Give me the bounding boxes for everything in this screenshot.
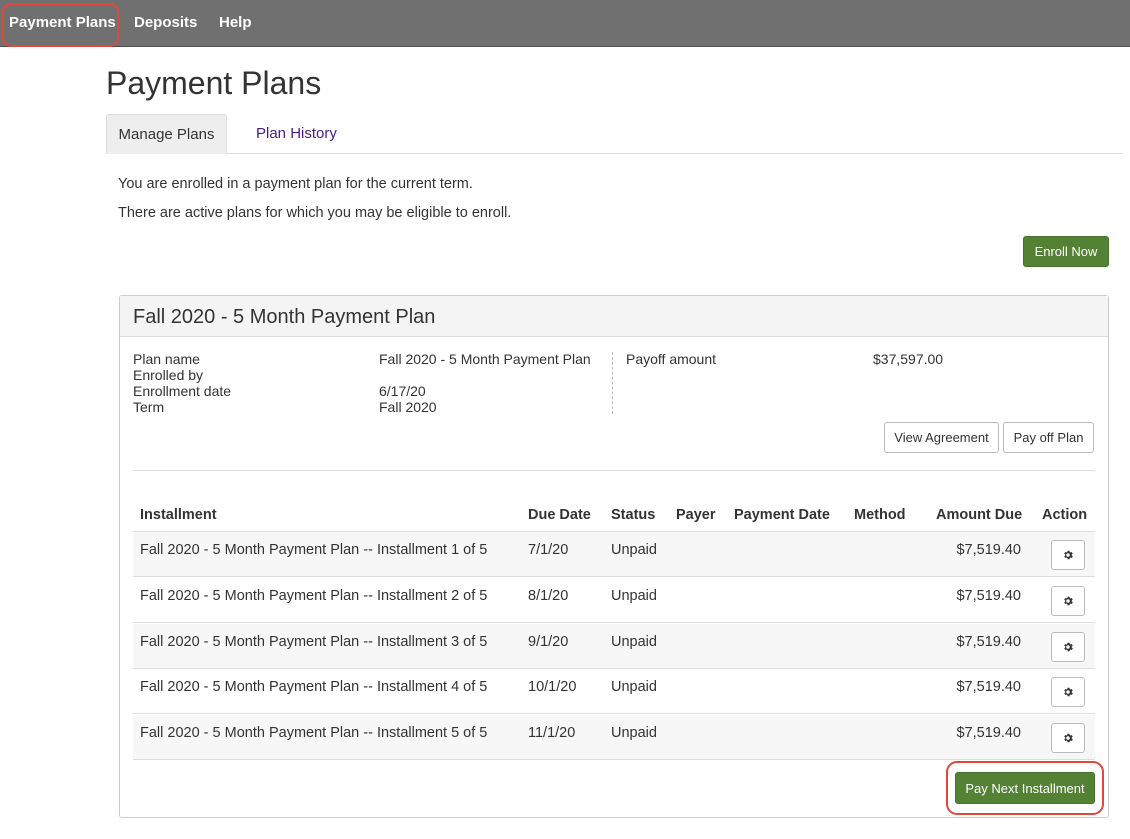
col-action: Action: [1042, 507, 1088, 523]
due-date-cell: 10/1/20: [528, 679, 577, 695]
enrolled-by-label: Enrolled by: [133, 367, 204, 383]
col-amount-due: Amount Due: [936, 507, 1023, 523]
page-title: Payment Plans: [106, 65, 322, 101]
due-date-cell: 9/1/20: [528, 634, 569, 650]
term-label: Term: [133, 399, 165, 415]
col-due-date: Due Date: [528, 507, 591, 523]
col-installment: Installment: [140, 507, 217, 523]
enrolled-message: You are enrolled in a payment plan for t…: [118, 176, 473, 192]
status-cell: Unpaid: [611, 634, 657, 650]
status-cell: Unpaid: [611, 542, 657, 558]
plan-title: Fall 2020 - 5 Month Payment Plan: [133, 306, 436, 328]
due-date-cell: 8/1/20: [528, 588, 569, 604]
pay-off-plan-button[interactable]: Pay off Plan: [1003, 422, 1094, 453]
nav-payment-plans[interactable]: Payment Plans: [9, 0, 116, 47]
gear-icon: [1064, 642, 1073, 652]
row-action-button[interactable]: [1051, 540, 1085, 570]
tab-manage-plans[interactable]: Manage Plans: [106, 114, 227, 154]
status-cell: Unpaid: [611, 725, 657, 741]
installment-cell: Fall 2020 - 5 Month Payment Plan -- Inst…: [140, 542, 488, 558]
table-row: Fall 2020 - 5 Month Payment Plan -- Inst…: [133, 715, 1095, 760]
table-row: Fall 2020 - 5 Month Payment Plan -- Inst…: [133, 532, 1095, 577]
plan-name-value: Fall 2020 - 5 Month Payment Plan: [379, 351, 591, 367]
table-row: Fall 2020 - 5 Month Payment Plan -- Inst…: [133, 669, 1095, 714]
amount-due-cell: $7,519.40: [956, 588, 1021, 604]
amount-due-cell: $7,519.40: [956, 542, 1021, 558]
nav-help[interactable]: Help: [219, 0, 252, 47]
tab-plan-history[interactable]: Plan History: [256, 114, 337, 154]
table-row: Fall 2020 - 5 Month Payment Plan -- Inst…: [133, 578, 1095, 623]
installment-cell: Fall 2020 - 5 Month Payment Plan -- Inst…: [140, 725, 488, 741]
col-status: Status: [611, 507, 656, 523]
gear-icon: [1064, 550, 1073, 560]
col-payment-date: Payment Date: [734, 507, 830, 523]
status-cell: Unpaid: [611, 679, 657, 695]
section-divider: [133, 470, 1095, 471]
view-agreement-button[interactable]: View Agreement: [884, 422, 999, 453]
installment-cell: Fall 2020 - 5 Month Payment Plan -- Inst…: [140, 634, 488, 650]
gear-icon: [1064, 596, 1073, 606]
amount-due-cell: $7,519.40: [956, 634, 1021, 650]
enrollment-date-label: Enrollment date: [133, 383, 232, 399]
top-navbar: Payment Plans Deposits Help: [0, 0, 1130, 47]
plan-panel: Fall 2020 - 5 Month Payment Plan Plan na…: [119, 295, 1109, 818]
details-divider: [612, 352, 613, 414]
enroll-now-button[interactable]: Enroll Now: [1023, 236, 1109, 267]
plan-panel-header: Fall 2020 - 5 Month Payment Plan: [120, 296, 1108, 337]
row-action-button[interactable]: [1051, 586, 1085, 616]
status-cell: Unpaid: [611, 588, 657, 604]
plan-name-label: Plan name: [133, 351, 200, 367]
gear-icon: [1064, 733, 1073, 743]
installment-cell: Fall 2020 - 5 Month Payment Plan -- Inst…: [140, 679, 488, 695]
payoff-amount-value: $37,597.00: [873, 351, 944, 367]
payoff-amount-label: Payoff amount: [626, 351, 717, 367]
row-action-button[interactable]: [1051, 723, 1085, 753]
term-value: Fall 2020: [379, 399, 437, 415]
row-action-button[interactable]: [1051, 632, 1085, 662]
amount-due-cell: $7,519.40: [956, 725, 1021, 741]
pay-next-installment-button[interactable]: Pay Next Installment: [955, 772, 1095, 804]
gear-icon: [1064, 687, 1073, 697]
nav-deposits[interactable]: Deposits: [134, 0, 197, 47]
installment-cell: Fall 2020 - 5 Month Payment Plan -- Inst…: [140, 588, 488, 604]
eligible-message: There are active plans for which you may…: [118, 205, 512, 221]
row-action-button[interactable]: [1051, 677, 1085, 707]
col-method: Method: [854, 507, 906, 523]
col-payer: Payer: [676, 507, 716, 523]
table-row: Fall 2020 - 5 Month Payment Plan -- Inst…: [133, 624, 1095, 669]
due-date-cell: 11/1/20: [528, 725, 576, 741]
enrollment-date-value: 6/17/20: [379, 383, 426, 399]
amount-due-cell: $7,519.40: [956, 679, 1021, 695]
due-date-cell: 7/1/20: [528, 542, 569, 558]
